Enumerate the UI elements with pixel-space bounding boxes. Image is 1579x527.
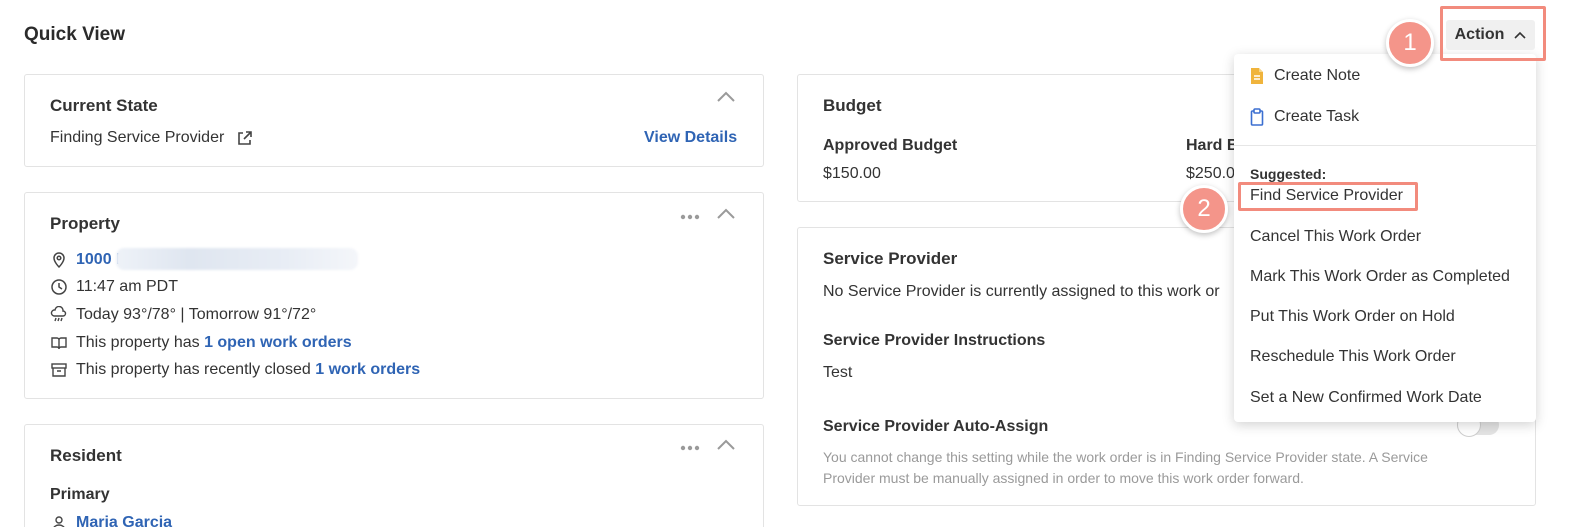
- book-icon: [51, 337, 67, 350]
- property-address-row: 1000 F: [50, 251, 126, 269]
- menu-mark-completed[interactable]: Mark This Work Order as Completed: [1250, 268, 1510, 286]
- property-title: Property: [50, 214, 120, 233]
- no-service-provider-text: No Service Provider is currently assigne…: [823, 283, 1220, 300]
- approved-budget-value: $150.00: [823, 165, 881, 182]
- step-badge-1: 1: [1386, 19, 1434, 67]
- resident-title: Resident: [50, 446, 122, 465]
- view-details-link[interactable]: View Details: [644, 129, 737, 147]
- create-task-label: Create Task: [1274, 108, 1360, 125]
- open-work-orders-link[interactable]: 1 open work orders: [204, 334, 352, 352]
- more-options-icon[interactable]: [679, 443, 701, 453]
- closed-orders-prefix: This property has recently closed: [76, 361, 316, 378]
- current-state-card: Current State Finding Service Provider V…: [24, 74, 764, 167]
- collapse-chevron-icon[interactable]: [715, 206, 737, 222]
- resident-card: Resident Primary Maria Garcia: [24, 424, 764, 527]
- property-card: Property 1000 F 11:47 am PDT Today 93°/7…: [24, 192, 764, 399]
- property-time-row: 11:47 am PDT: [50, 278, 178, 296]
- more-options-icon[interactable]: [679, 212, 701, 222]
- instructions-value: Test: [823, 364, 853, 381]
- auto-assign-label: Service Provider Auto-Assign: [823, 418, 1049, 435]
- menu-cancel-work-order[interactable]: Cancel This Work Order: [1250, 228, 1421, 246]
- step-badge-2: 2: [1180, 185, 1228, 233]
- property-time: 11:47 am PDT: [76, 278, 178, 295]
- menu-put-on-hold[interactable]: Put This Work Order on Hold: [1250, 308, 1455, 326]
- collapse-chevron-icon[interactable]: [715, 437, 737, 453]
- hard-budget-value: $250.0: [1186, 165, 1235, 182]
- suggested-label: Suggested:: [1250, 166, 1327, 182]
- current-state-row: Finding Service Provider: [50, 129, 253, 147]
- clipboard-icon: [1250, 108, 1264, 126]
- page-title: Quick View: [24, 24, 126, 45]
- external-link-icon[interactable]: [236, 130, 253, 147]
- clock-icon: [51, 279, 67, 295]
- current-state-value: Finding Service Provider: [50, 129, 225, 146]
- open-orders-prefix: This property has: [76, 334, 205, 351]
- location-pin-icon: [53, 252, 65, 269]
- property-weather: Today 93°/78° | Tomorrow 91°/72°: [76, 306, 317, 323]
- closed-work-orders-link[interactable]: 1 work orders: [315, 361, 420, 379]
- menu-create-task[interactable]: Create Task: [1250, 108, 1359, 126]
- collapse-chevron-icon[interactable]: [715, 89, 737, 105]
- menu-reschedule[interactable]: Reschedule This Work Order: [1250, 348, 1456, 366]
- menu-create-note[interactable]: Create Note: [1250, 67, 1360, 85]
- budget-title: Budget: [823, 96, 882, 115]
- weather-rain-icon: [50, 306, 67, 322]
- service-provider-title: Service Provider: [823, 249, 958, 268]
- person-icon: [53, 516, 65, 527]
- hard-budget-label: Hard B: [1186, 137, 1239, 154]
- menu-divider: [1234, 145, 1536, 146]
- property-open-orders-row: This property has 1 open work orders: [50, 334, 352, 352]
- archive-icon: [51, 363, 67, 377]
- current-state-title: Current State: [50, 96, 158, 115]
- property-weather-row: Today 93°/78° | Tomorrow 91°/72°: [50, 306, 316, 324]
- approved-budget-label: Approved Budget: [823, 137, 958, 154]
- instructions-label: Service Provider Instructions: [823, 332, 1046, 349]
- property-closed-orders-row: This property has recently closed 1 work…: [50, 361, 420, 379]
- resident-primary-label: Primary: [50, 486, 110, 503]
- resident-name-row: Maria Garcia: [50, 514, 172, 527]
- action-button-highlight: [1440, 6, 1546, 61]
- action-menu: Create Note Create Task Suggested: Find …: [1234, 54, 1536, 422]
- menu-set-confirmed-date[interactable]: Set a New Confirmed Work Date: [1250, 389, 1482, 407]
- resident-name-link[interactable]: Maria Garcia: [76, 514, 172, 527]
- create-note-label: Create Note: [1274, 67, 1361, 84]
- redacted-address: [116, 248, 358, 270]
- find-service-provider-highlight: [1238, 182, 1418, 211]
- auto-assign-help-text: You cannot change this setting while the…: [823, 449, 1428, 486]
- note-icon: [1251, 68, 1263, 84]
